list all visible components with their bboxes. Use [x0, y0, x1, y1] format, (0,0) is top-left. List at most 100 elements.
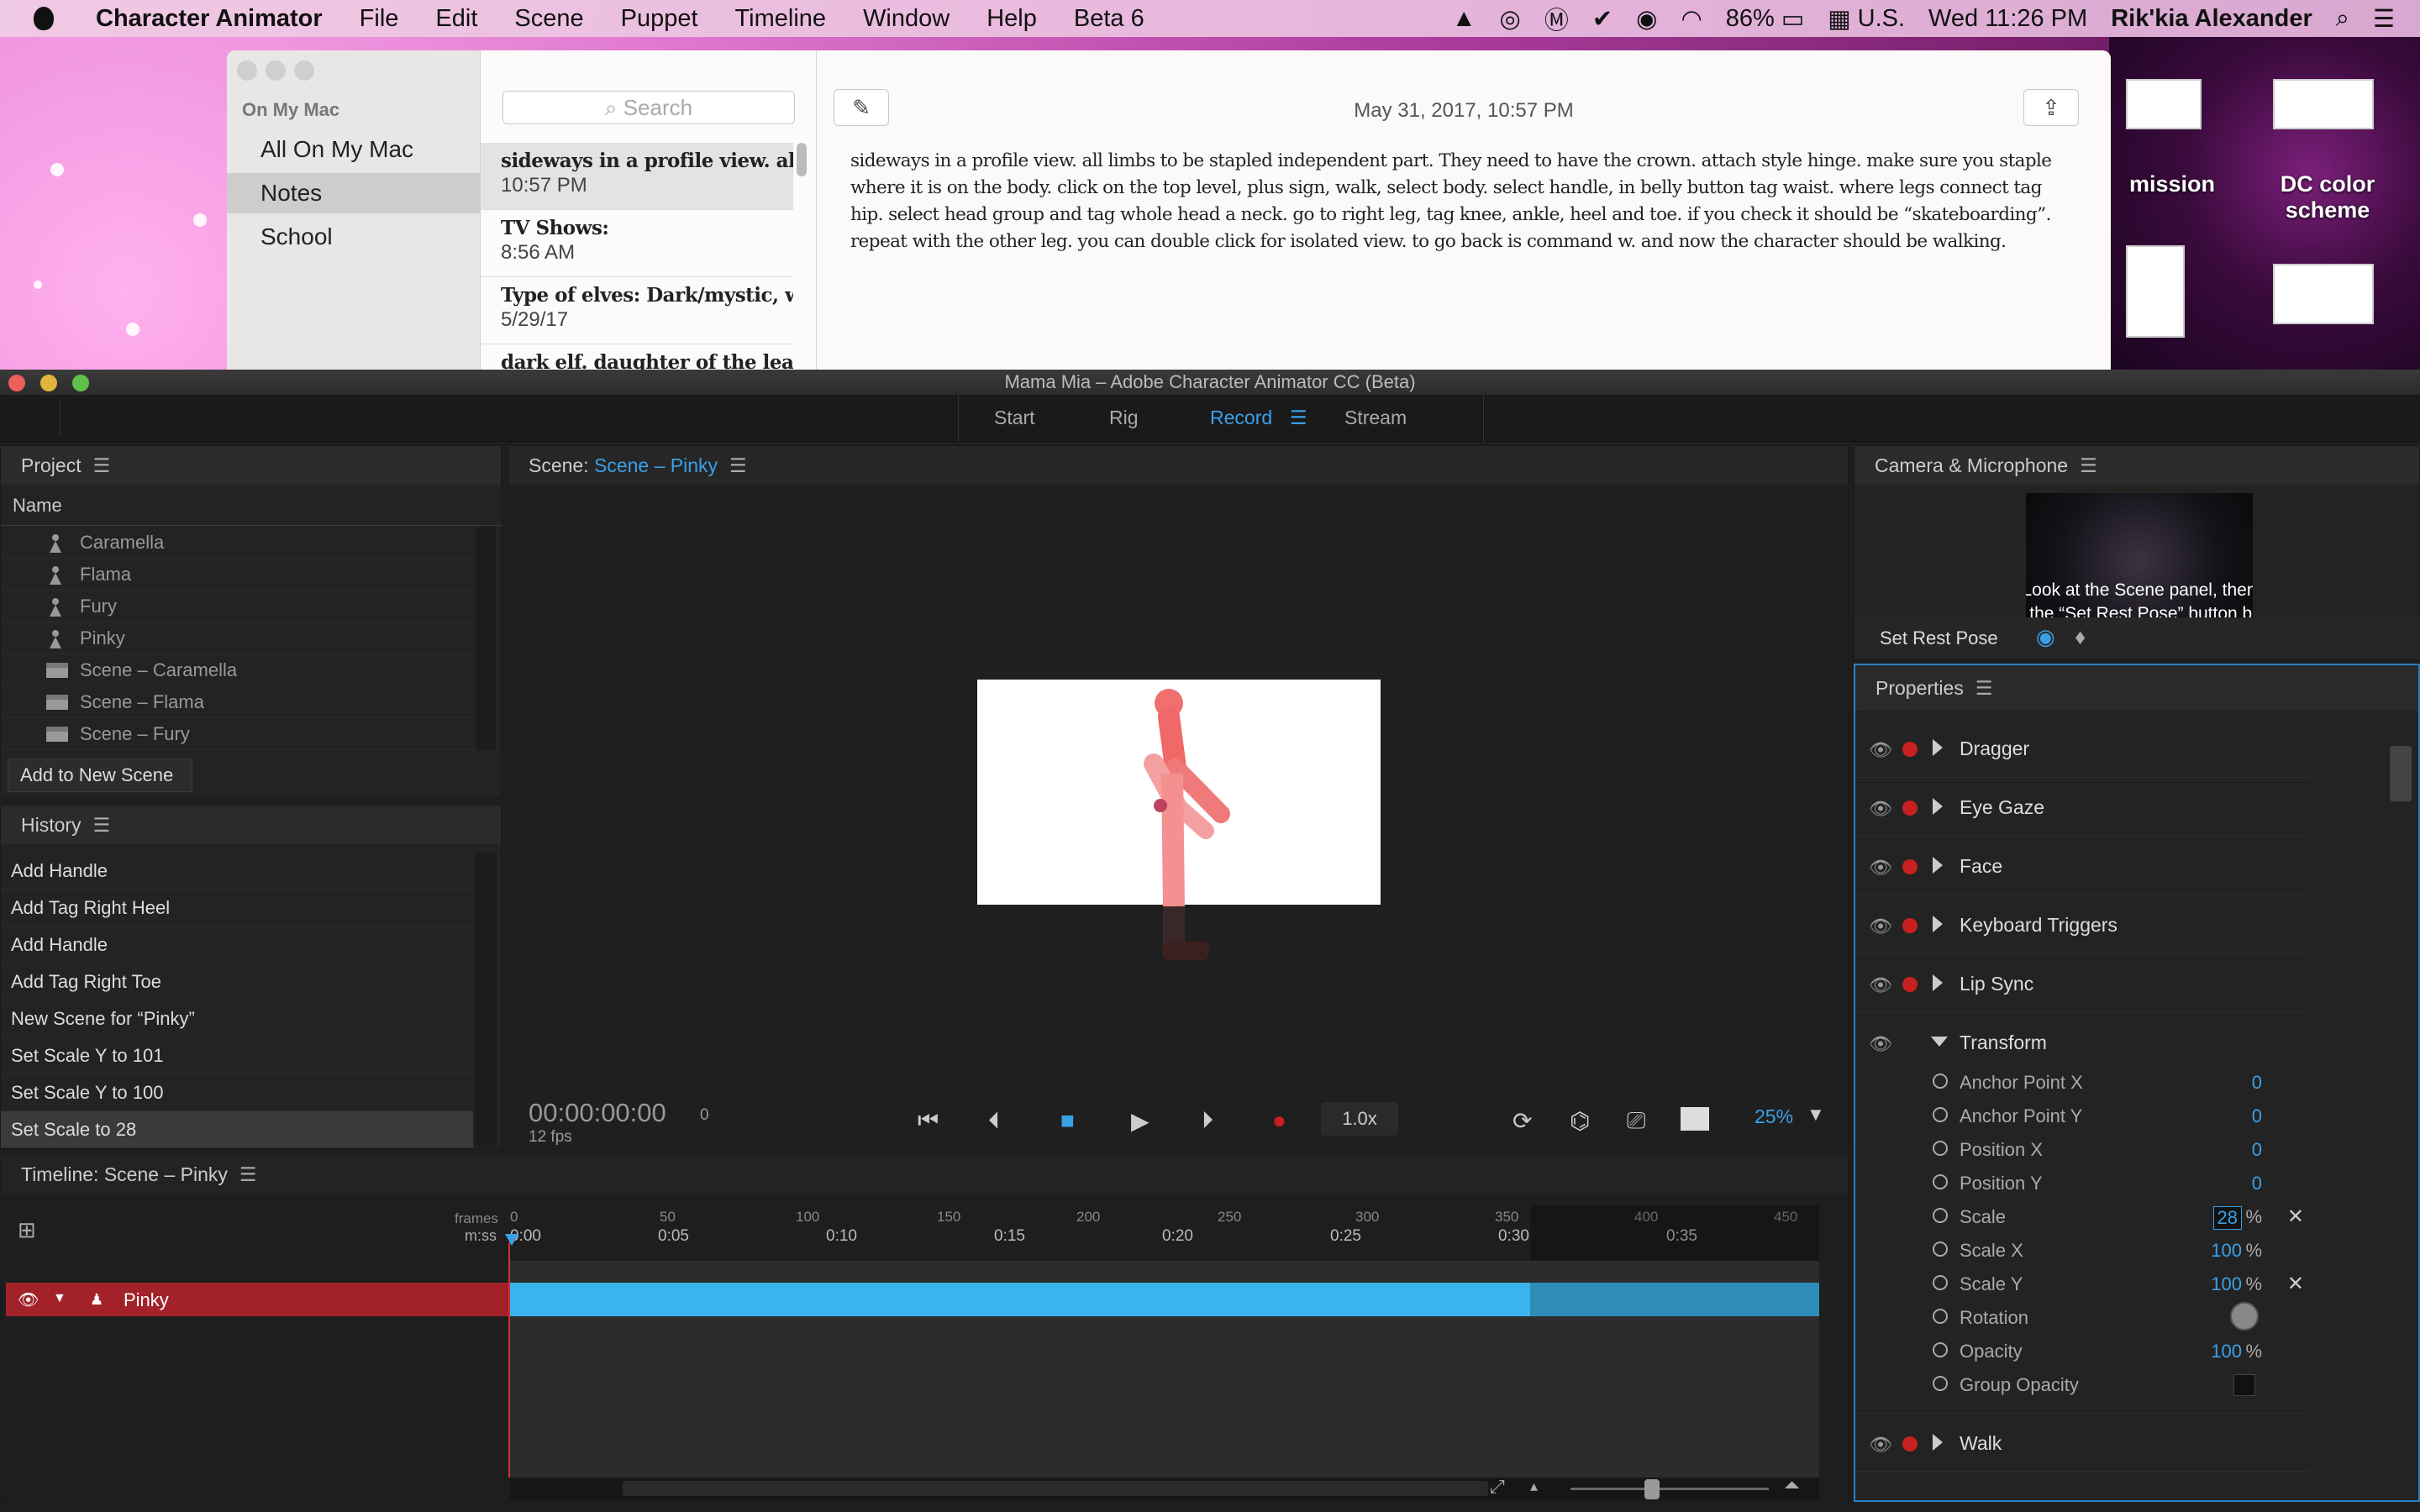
- scene-stage[interactable]: [977, 680, 1381, 960]
- expand-triangle-icon[interactable]: [1933, 1434, 1943, 1451]
- zoom-level[interactable]: 25%: [1754, 1105, 1793, 1128]
- keyframe-circle-icon[interactable]: [1933, 1376, 1948, 1391]
- sync-icon[interactable]: ◉: [1636, 4, 1657, 34]
- notification-center-icon[interactable]: ☰: [2373, 4, 2395, 34]
- visibility-eye-icon[interactable]: 👁: [1869, 1434, 1892, 1456]
- history-item[interactable]: Add Handle: [1, 927, 473, 963]
- timeline-options-icon[interactable]: ⊞: [18, 1217, 36, 1243]
- keyframe-circle-icon[interactable]: [1933, 1275, 1948, 1290]
- reset-x-icon[interactable]: ✕: [2287, 1205, 2304, 1229]
- menu-timeline[interactable]: Timeline: [717, 5, 845, 33]
- notes-minimize-button[interactable]: [266, 60, 286, 81]
- history-scrollbar[interactable]: [475, 853, 497, 1147]
- puppet-pinky[interactable]: [977, 680, 1381, 974]
- panel-menu-icon[interactable]: ☰: [93, 446, 111, 485]
- input-source[interactable]: U.S.: [1858, 5, 1905, 33]
- param-scale-x[interactable]: Scale X 100%: [1855, 1233, 2309, 1267]
- expand-triangle-icon[interactable]: [1933, 798, 1943, 815]
- drive-icon[interactable]: ▲: [1452, 5, 1476, 33]
- timecode[interactable]: 00:00:00:00: [529, 1098, 666, 1128]
- m-icon[interactable]: Ⓜ: [1544, 1, 1569, 36]
- battery-icon[interactable]: ▭: [1781, 4, 1804, 34]
- keyframe-circle-icon[interactable]: [1933, 1107, 1948, 1122]
- note-list-item[interactable]: Type of elves: Dark/mystic, w... 5/29/17: [481, 277, 793, 344]
- visibility-eye-icon[interactable]: 👁: [1869, 739, 1892, 761]
- share-button[interactable]: ⇪: [2023, 89, 2079, 126]
- record-arm-icon[interactable]: [1902, 801, 1918, 816]
- keyframe-circle-icon[interactable]: [1933, 1242, 1948, 1257]
- microphone-icon[interactable]: ♦: [2075, 624, 2086, 650]
- stage-bg-swatch[interactable]: [1681, 1107, 1709, 1131]
- note-editor[interactable]: ✎ May 31, 2017, 10:57 PM ⇪ sideways in a…: [817, 50, 2111, 370]
- rotation-dial[interactable]: [2230, 1302, 2259, 1331]
- behavior-lip-sync[interactable]: 👁 Lip Sync: [1855, 954, 2309, 1013]
- panel-menu-icon[interactable]: ☰: [729, 446, 747, 485]
- project-item-pinky[interactable]: Pinky: [1, 622, 476, 654]
- minimize-button[interactable]: [40, 375, 57, 391]
- menu-help[interactable]: Help: [968, 5, 1055, 33]
- desktop-file-thumbnail[interactable]: [2273, 264, 2374, 324]
- wifi-icon[interactable]: ◠: [1681, 4, 1702, 34]
- expand-triangle-icon[interactable]: [1933, 739, 1943, 756]
- workspace-tools[interactable]: [10, 402, 60, 435]
- loop-icon[interactable]: ⟳: [1512, 1107, 1532, 1135]
- record-icon[interactable]: ●: [1272, 1107, 1286, 1134]
- notes-zoom-button[interactable]: [294, 60, 314, 81]
- apple-icon[interactable]: [34, 7, 54, 30]
- param-value[interactable]: 0: [2252, 1139, 2262, 1161]
- behavior-transform[interactable]: 👁 Transform: [1855, 1013, 2309, 1072]
- collapse-triangle-icon[interactable]: [1931, 1037, 1948, 1047]
- folder-notes[interactable]: Notes: [227, 173, 481, 213]
- tab-record[interactable]: Record: [1210, 407, 1272, 429]
- creative-cloud-icon[interactable]: ◎: [1500, 4, 1521, 34]
- camera-icon[interactable]: ◉: [2036, 624, 2055, 650]
- history-item[interactable]: Set Scale Y to 101: [1, 1037, 473, 1074]
- desktop-icon-mission[interactable]: mission: [2109, 171, 2235, 197]
- keyframe-circle-icon[interactable]: [1933, 1174, 1948, 1189]
- param-value[interactable]: 100: [2211, 1273, 2242, 1295]
- project-item-scene-flama[interactable]: Scene – Flama: [1, 686, 476, 718]
- chevron-down-icon[interactable]: ▼: [1807, 1104, 1825, 1126]
- scene-name[interactable]: Scene – Pinky: [594, 454, 718, 476]
- visibility-eye-icon[interactable]: 👁: [1869, 916, 1892, 937]
- project-scrollbar[interactable]: [476, 527, 496, 750]
- expand-triangle-icon[interactable]: [1933, 916, 1943, 932]
- expand-triangle-icon[interactable]: [1933, 857, 1943, 874]
- history-item-selected[interactable]: Set Scale to 28: [1, 1111, 473, 1148]
- project-item-fury[interactable]: Fury: [1, 591, 476, 622]
- check-icon[interactable]: ✔: [1592, 4, 1612, 34]
- param-scale-y[interactable]: Scale Y 100% ✕: [1855, 1267, 2309, 1300]
- note-body[interactable]: sideways in a profile view. all limbs to…: [850, 148, 2077, 255]
- param-position-y[interactable]: Position Y 0: [1855, 1166, 2309, 1200]
- properties-scrollbar[interactable]: [2390, 746, 2412, 801]
- record-menu-icon[interactable]: ☰: [1290, 407, 1307, 429]
- close-button[interactable]: [8, 375, 25, 391]
- record-arm-icon[interactable]: [1902, 742, 1918, 757]
- zoom-button[interactable]: [72, 375, 89, 391]
- note-list-item[interactable]: TV Shows: 8:56 AM: [481, 210, 793, 277]
- param-anchor-point-y[interactable]: Anchor Point Y 0: [1855, 1099, 2309, 1132]
- panel-menu-icon[interactable]: ☰: [239, 1155, 257, 1194]
- step-forward-icon[interactable]: ⏵: [1202, 1107, 1213, 1135]
- param-value[interactable]: 100: [2211, 1240, 2242, 1262]
- history-item[interactable]: New Scene for “Pinky”: [1, 1000, 473, 1037]
- zoom-slider[interactable]: [1570, 1488, 1769, 1490]
- tab-stream[interactable]: Stream: [1344, 407, 1407, 429]
- behavior-eye-gaze[interactable]: 👁 Eye Gaze: [1855, 778, 2309, 837]
- panel-menu-icon[interactable]: ☰: [1975, 665, 1993, 711]
- panel-menu-icon[interactable]: ☰: [2080, 446, 2097, 485]
- record-arm-icon[interactable]: [1902, 977, 1918, 992]
- zoom-out-icon[interactable]: ▴: [1530, 1478, 1538, 1495]
- menu-window[interactable]: Window: [844, 5, 968, 33]
- record-arm-icon[interactable]: [1902, 859, 1918, 874]
- param-anchor-point-x[interactable]: Anchor Point X 0: [1855, 1065, 2309, 1099]
- stop-icon[interactable]: ■: [1060, 1107, 1075, 1134]
- expand-triangle-icon[interactable]: [1933, 974, 1943, 991]
- notes-search-input[interactable]: ⌕ Search: [502, 91, 795, 124]
- behavior-keyboard-triggers[interactable]: 👁 Keyboard Triggers: [1855, 895, 2309, 954]
- visibility-eye-icon[interactable]: 👁: [1869, 974, 1892, 996]
- param-scale[interactable]: Scale 28% ✕: [1855, 1200, 2309, 1233]
- menu-puppet[interactable]: Puppet: [602, 5, 717, 33]
- playback-speed[interactable]: 1.0x: [1321, 1102, 1398, 1136]
- param-value-editing[interactable]: 28: [2212, 1206, 2242, 1230]
